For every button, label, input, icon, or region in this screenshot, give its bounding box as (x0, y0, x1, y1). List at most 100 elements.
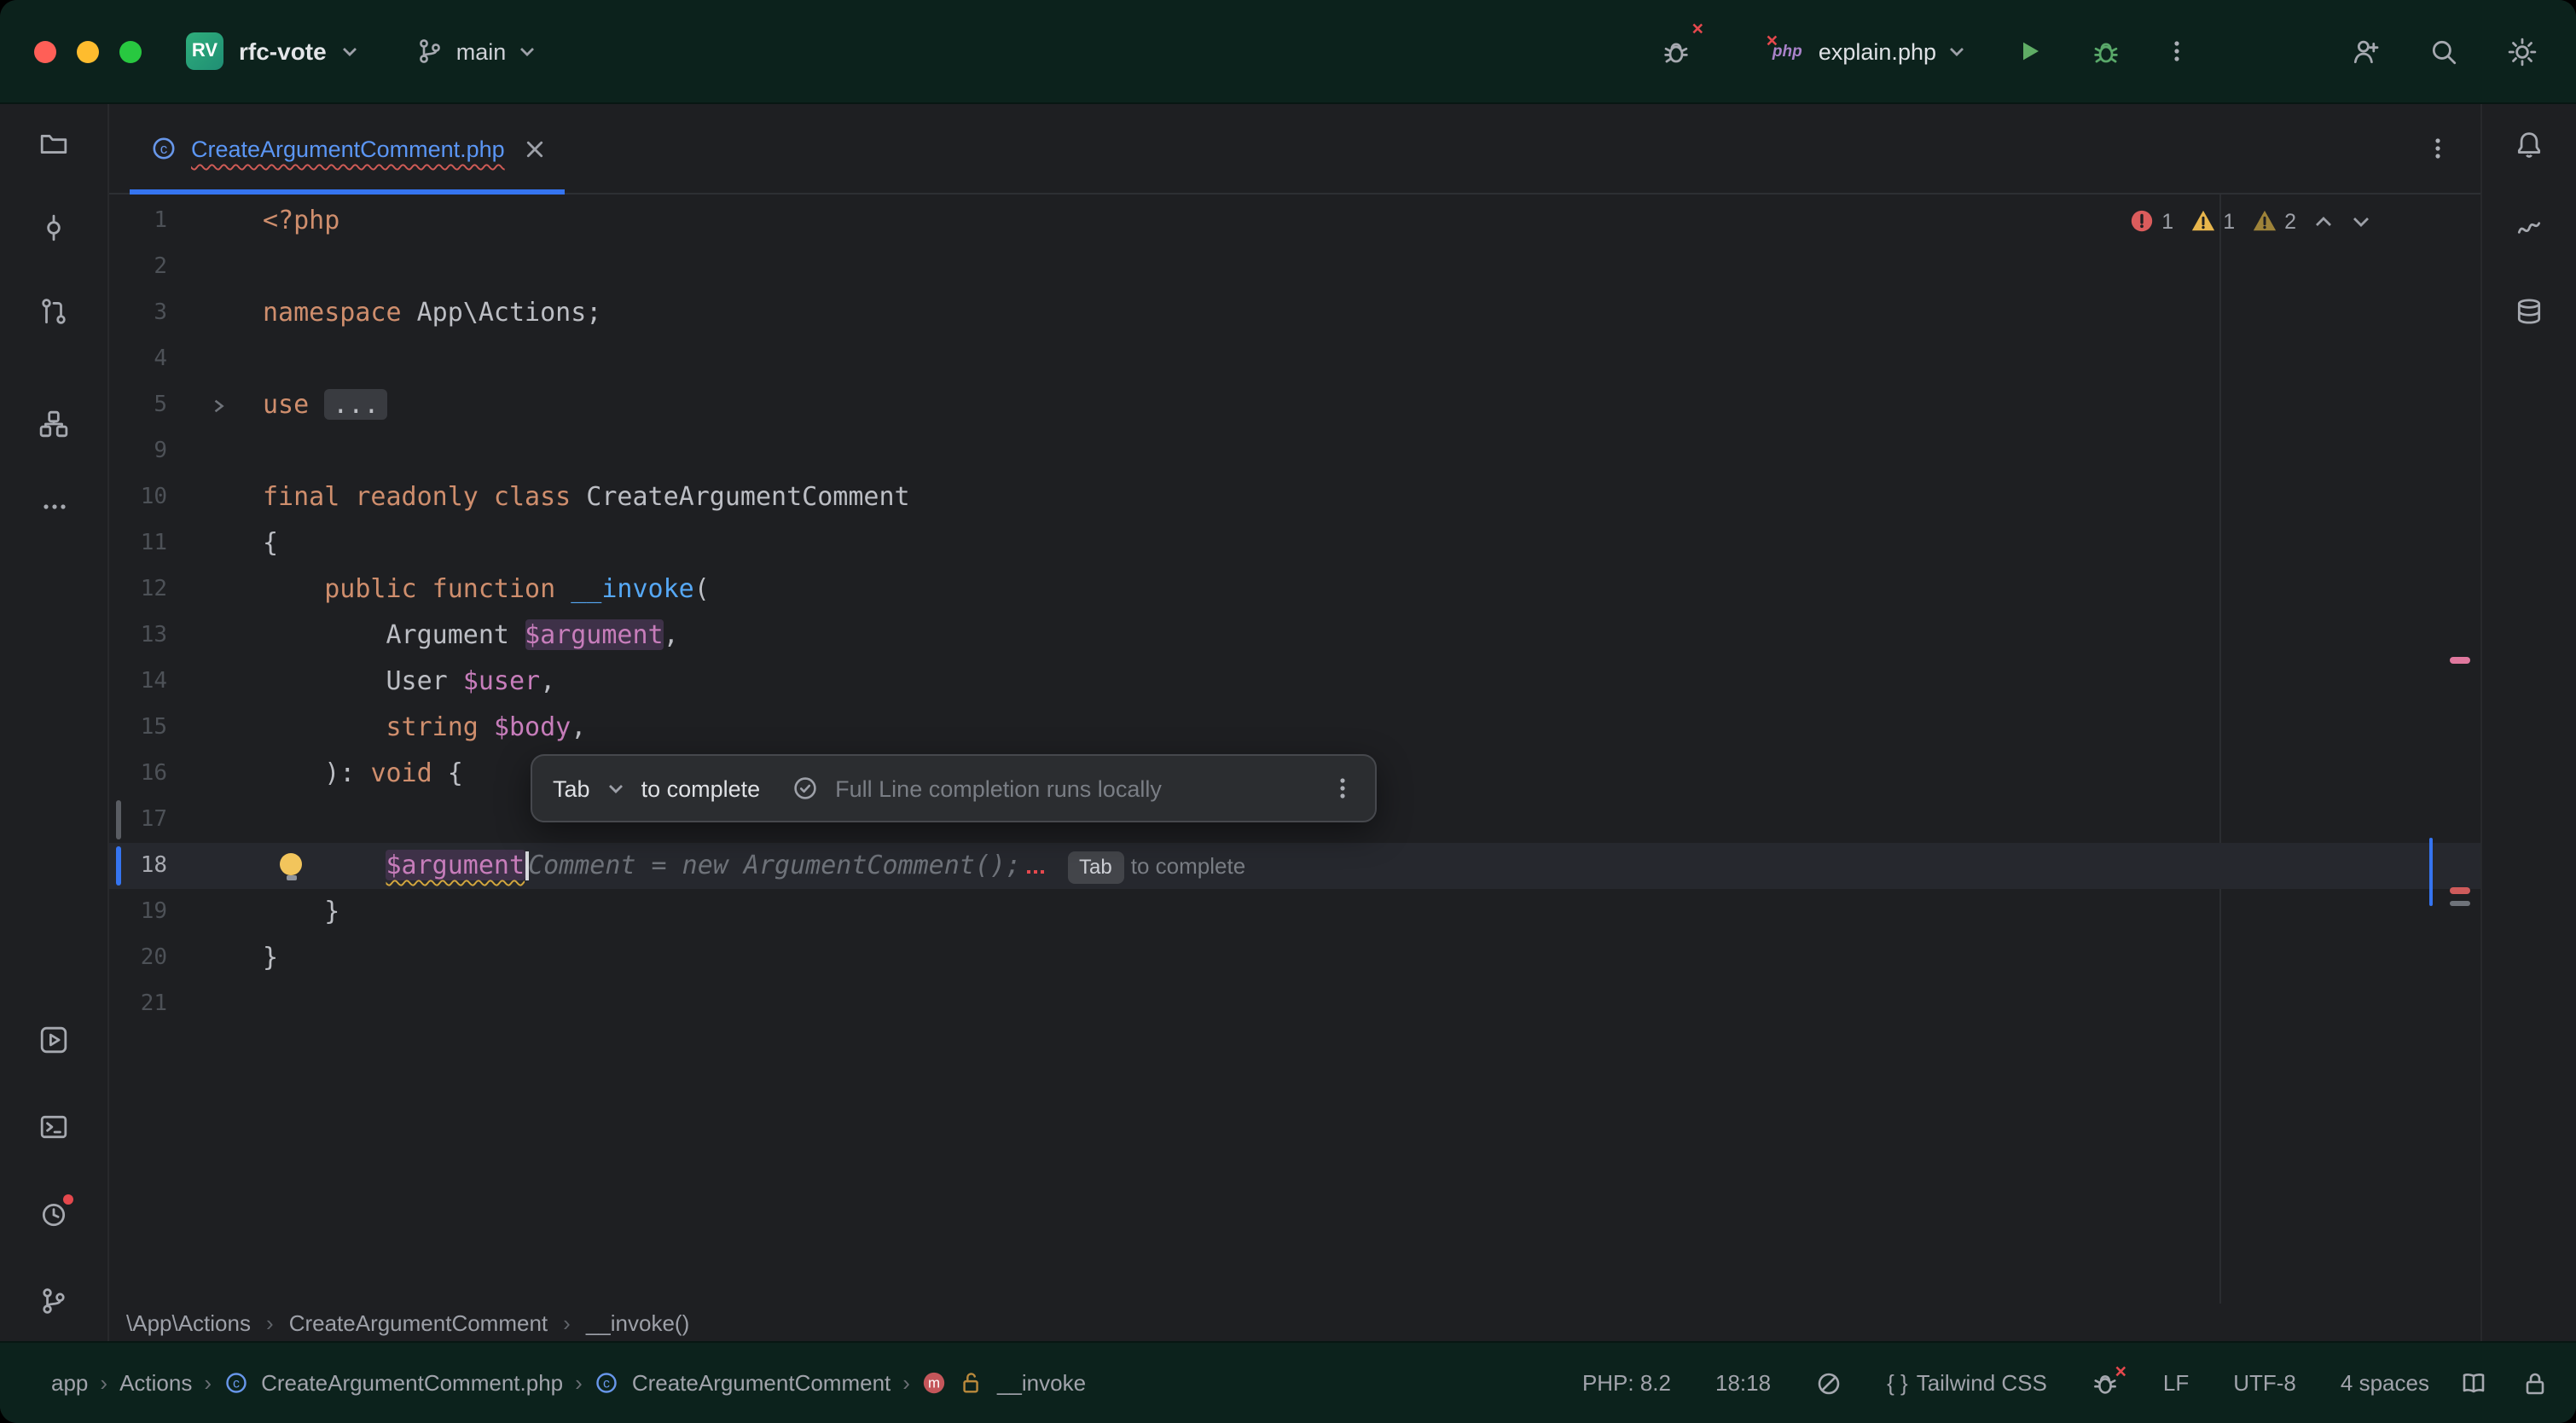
tailwind-widget[interactable]: { } Tailwind CSS (1887, 1370, 2047, 1396)
breadcrumb-item[interactable]: __invoke() (586, 1310, 689, 1335)
prev-problem-chevron-icon[interactable] (2313, 212, 2334, 229)
popup-note: Full Line completion runs locally (835, 775, 1162, 801)
version-control-icon[interactable] (33, 1280, 74, 1321)
line-number: 19 (140, 899, 167, 925)
code-line[interactable]: 12 public function __invoke( (109, 566, 2480, 613)
php-version-widget[interactable]: PHP: 8.2 (1582, 1370, 1671, 1396)
php-class-icon: c (153, 137, 175, 160)
error-stripe-mark[interactable] (2450, 657, 2470, 664)
error-stripe-mark[interactable] (2450, 901, 2470, 906)
caret-position-widget[interactable]: 18:18 (1715, 1370, 1771, 1396)
ai-assistant-icon[interactable] (2509, 206, 2550, 247)
code-text: $argument Comment = new ArgumentComment()… (263, 843, 1245, 889)
minimize-window-button[interactable] (77, 40, 99, 62)
weak-warning-count[interactable]: 2 (2252, 208, 2296, 234)
code-with-me-icon[interactable] (2344, 31, 2385, 72)
run-config-selector[interactable]: php ✕ explain.php (1766, 32, 1965, 64)
structure-icon[interactable] (33, 403, 74, 444)
error-count[interactable]: 1 (2129, 208, 2173, 234)
svg-text:m: m (929, 1375, 941, 1391)
more-actions-kebab[interactable] (2156, 31, 2197, 72)
highlighting-level-icon[interactable] (1815, 1369, 1842, 1397)
commit-icon[interactable] (33, 206, 74, 247)
tab-create-argument-comment[interactable]: c CreateArgumentComment.php (130, 104, 565, 195)
code-line[interactable]: 5 use ... (109, 382, 2480, 428)
code-text: Argument $argument, (263, 619, 679, 650)
tab-options-kebab[interactable] (2426, 136, 2450, 160)
breadcrumb-item[interactable]: \App\Actions (126, 1310, 251, 1335)
indent-widget[interactable]: 4 spaces (2341, 1370, 2429, 1396)
more-tool-windows-icon[interactable] (33, 486, 74, 527)
code-line[interactable]: 10 final readonly class CreateArgumentCom… (109, 474, 2480, 520)
fold-chevron-icon[interactable] (212, 398, 227, 415)
code-line[interactable]: 4 (109, 336, 2480, 382)
path-item[interactable]: app (51, 1370, 88, 1396)
code-line[interactable]: 3 namespace App\Actions; (109, 290, 2480, 336)
path-separator (902, 1370, 910, 1396)
next-problem-chevron-icon[interactable] (2351, 212, 2371, 229)
terminal-icon[interactable] (33, 1106, 74, 1147)
code-line[interactable]: 1 <?php (109, 198, 2480, 244)
debug-button[interactable] (2085, 31, 2126, 72)
code-line[interactable]: 19 } (109, 889, 2480, 935)
code-line[interactable]: 18 $argument Comment = new ArgumentCommen… (109, 843, 2480, 889)
problems-icon[interactable] (33, 1193, 74, 1234)
code-line[interactable]: 20} (109, 935, 2480, 981)
path-item[interactable]: Actions (119, 1370, 192, 1396)
path-item[interactable]: CreateArgumentComment.php (261, 1370, 563, 1396)
phpstorm-window: RV rfc-vote main ✕ php ✕ explain.php c C… (0, 0, 2576, 1423)
code-line[interactable]: 2 (109, 244, 2480, 290)
branch-widget[interactable]: main (417, 38, 536, 65)
encoding-widget[interactable]: UTF-8 (2233, 1370, 2296, 1396)
code-line[interactable]: 15 string $body, (109, 705, 2480, 751)
php-class-icon: c (226, 1373, 247, 1393)
gutter (167, 889, 263, 935)
close-icon[interactable] (525, 139, 544, 158)
code-text: <?php (263, 205, 340, 235)
zoom-window-button[interactable] (119, 40, 142, 62)
popup-kebab-icon[interactable] (1331, 776, 1355, 800)
popup-key-label[interactable]: Tab (553, 775, 590, 801)
line-number: 5 (154, 392, 167, 418)
scrollbar-thumb[interactable] (2429, 838, 2433, 906)
completion-popup[interactable]: Tab to complete Full Line completion run… (531, 754, 1377, 822)
project-folder-icon[interactable] (33, 123, 74, 164)
project-name: rfc-vote (239, 38, 327, 65)
path-item[interactable]: __invoke (997, 1370, 1086, 1396)
pull-requests-icon[interactable] (33, 290, 74, 331)
code-line[interactable]: 21 (109, 981, 2480, 1027)
code-line[interactable]: 11 { (109, 520, 2480, 566)
error-stripe-mark[interactable] (2450, 887, 2470, 894)
notification-dot (62, 1194, 73, 1205)
notifications-bell-icon[interactable] (2509, 123, 2550, 164)
project-widget[interactable]: RV rfc-vote (186, 32, 359, 70)
inspections-widget[interactable]: 1 1 2 (2129, 208, 2371, 234)
settings-gear-icon[interactable] (2501, 31, 2542, 72)
warning-count[interactable]: 1 (2190, 208, 2235, 234)
gutter (167, 705, 263, 751)
reader-mode-icon[interactable] (2460, 1369, 2487, 1397)
warning-icon (2192, 210, 2215, 231)
gutter (167, 935, 263, 981)
debugger-muted-icon[interactable]: ✕ (2092, 1362, 2127, 1397)
gutter (167, 751, 263, 797)
line-separator-widget[interactable]: LF (2163, 1370, 2189, 1396)
mute-debug-icon[interactable]: ✕ (1656, 20, 1704, 72)
svg-text:c: c (233, 1377, 240, 1391)
lock-icon[interactable] (2521, 1369, 2549, 1397)
intention-bulb-icon[interactable] (280, 853, 302, 880)
code-line[interactable]: 9 (109, 428, 2480, 474)
close-window-button[interactable] (34, 40, 56, 62)
gutter (167, 843, 263, 889)
code-line[interactable]: 13 Argument $argument, (109, 613, 2480, 659)
path-item[interactable]: CreateArgumentComment (632, 1370, 891, 1396)
git-branch-icon (420, 39, 441, 63)
search-icon[interactable] (2422, 31, 2463, 72)
database-icon[interactable] (2509, 290, 2550, 331)
code-line[interactable]: 14 User $user, (109, 659, 2480, 705)
run-button[interactable] (2010, 31, 2051, 72)
chevron-down-icon[interactable] (607, 781, 624, 796)
services-icon[interactable] (33, 1019, 74, 1060)
editor[interactable]: 1 <?php 2 3 namespace App\Actions; 4 5 use ... 9… (109, 195, 2480, 1304)
breadcrumb-item[interactable]: CreateArgumentComment (289, 1310, 548, 1335)
